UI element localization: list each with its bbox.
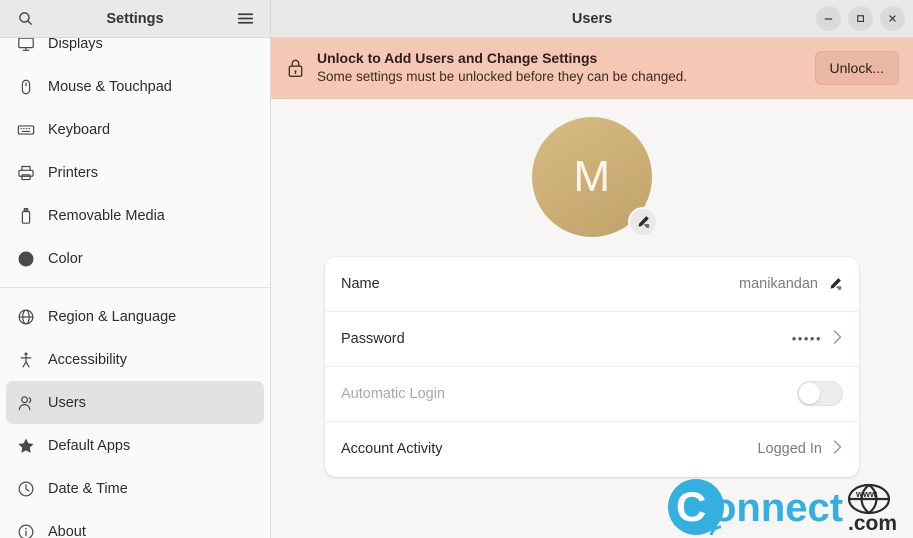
- sidebar-item-date-time[interactable]: Date & Time: [6, 467, 264, 510]
- user-settings-card: Name manikandan Password ••••• Automatic Log…: [325, 256, 859, 477]
- title-bar: Settings Users: [0, 0, 913, 38]
- printer-icon: [17, 164, 35, 182]
- sidebar-item-accessibility[interactable]: Accessibility: [6, 338, 264, 381]
- users-content: M Name manikandan Password ••••• Automatic L…: [271, 99, 913, 538]
- sidebar-item-label: Keyboard: [48, 121, 111, 138]
- unlock-button[interactable]: Unlock...: [814, 50, 899, 85]
- sidebar-item-removable-media[interactable]: Removable Media: [6, 194, 264, 237]
- sidebar-item-color[interactable]: Color: [6, 237, 264, 280]
- sidebar-item-default-apps[interactable]: Default Apps: [6, 424, 264, 467]
- row-password[interactable]: Password •••••: [325, 312, 859, 367]
- keyboard-icon: [17, 121, 35, 139]
- banner-title: Unlock to Add Users and Change Settings: [317, 50, 598, 66]
- row-value-group: Logged In: [757, 439, 843, 459]
- color-icon: [17, 250, 35, 268]
- sidebar-item-label: Color: [48, 250, 83, 267]
- removable-media-icon: [17, 207, 35, 225]
- users-panel: Unlock to Add Users and Change Settings …: [271, 38, 913, 538]
- pencil-edit-icon[interactable]: [628, 206, 658, 237]
- row-value-group: [797, 381, 843, 407]
- sidebar-item-printers[interactable]: Printers: [6, 151, 264, 194]
- banner-subtitle: Some settings must be unlocked before th…: [317, 69, 687, 85]
- row-value: •••••: [791, 331, 822, 347]
- lock-icon: [285, 58, 305, 78]
- pencil-edit-icon[interactable]: [828, 276, 843, 291]
- chevron-right-icon[interactable]: [832, 329, 843, 349]
- maximize-icon[interactable]: [848, 6, 873, 31]
- sidebar-item-label: Default Apps: [48, 437, 131, 454]
- row-value: Logged In: [757, 441, 822, 458]
- info-icon: [17, 523, 35, 538]
- row-label: Account Activity: [341, 441, 443, 458]
- row-label: Password: [341, 330, 405, 347]
- sidebar-separator: [0, 287, 270, 288]
- users-icon: [17, 394, 35, 412]
- banner-text-group: Unlock to Add Users and Change Settings …: [317, 49, 803, 87]
- main-header: Users: [271, 0, 913, 37]
- clock-icon: [17, 480, 35, 498]
- sidebar-item-label: Mouse & Touchpad: [48, 78, 172, 95]
- sidebar-item-about[interactable]: About: [6, 510, 264, 538]
- sidebar-item-displays[interactable]: Displays: [6, 38, 264, 65]
- sidebar-header: Settings: [0, 0, 271, 37]
- chevron-right-icon[interactable]: [832, 439, 843, 459]
- sidebar-item-label: Printers: [48, 164, 98, 181]
- row-name[interactable]: Name manikandan: [325, 257, 859, 312]
- close-icon[interactable]: [880, 6, 905, 31]
- search-icon[interactable]: [10, 4, 40, 34]
- row-value-group: •••••: [792, 329, 843, 349]
- settings-window: Settings Users Displays Mouse & Touchpad…: [0, 0, 913, 538]
- row-automatic-login: Automatic Login: [325, 367, 859, 422]
- sidebar-item-label: Removable Media: [48, 207, 165, 224]
- sidebar-item-label: Displays: [48, 38, 103, 52]
- row-value-group: manikandan: [739, 276, 843, 292]
- window-body: Displays Mouse & Touchpad Keyboard Printers…: [0, 38, 913, 538]
- hamburger-menu-icon[interactable]: [230, 4, 260, 34]
- row-value: manikandan: [739, 275, 818, 292]
- sidebar-item-label: Date & Time: [48, 480, 128, 497]
- unlock-banner: Unlock to Add Users and Change Settings …: [271, 38, 913, 99]
- automatic-login-toggle[interactable]: [797, 381, 843, 407]
- window-controls: [816, 6, 905, 31]
- accessibility-icon: [17, 351, 35, 369]
- avatar[interactable]: M: [532, 116, 658, 237]
- sidebar-item-region-language[interactable]: Region & Language: [6, 295, 264, 338]
- globe-icon: [17, 308, 35, 326]
- sidebar-item-mouse-touchpad[interactable]: Mouse & Touchpad: [6, 65, 264, 108]
- sidebar-item-label: Region & Language: [48, 308, 177, 325]
- settings-sidebar[interactable]: Displays Mouse & Touchpad Keyboard Printers…: [0, 38, 271, 538]
- mouse-icon: [17, 78, 35, 96]
- row-label: Name: [341, 275, 380, 292]
- sidebar-item-label: Accessibility: [48, 351, 127, 368]
- minimize-icon[interactable]: [816, 6, 841, 31]
- sidebar-list: Displays Mouse & Touchpad Keyboard Printers…: [0, 38, 270, 538]
- toggle-knob: [799, 383, 820, 405]
- sidebar-item-users[interactable]: Users: [6, 381, 264, 424]
- sidebar-item-label: Users: [48, 394, 86, 411]
- sidebar-item-label: About: [48, 523, 86, 538]
- star-icon: [17, 437, 35, 455]
- display-icon: [17, 38, 35, 53]
- row-account-activity[interactable]: Account Activity Logged In: [325, 422, 859, 477]
- sidebar-item-keyboard[interactable]: Keyboard: [6, 108, 264, 151]
- row-label: Automatic Login: [341, 385, 445, 402]
